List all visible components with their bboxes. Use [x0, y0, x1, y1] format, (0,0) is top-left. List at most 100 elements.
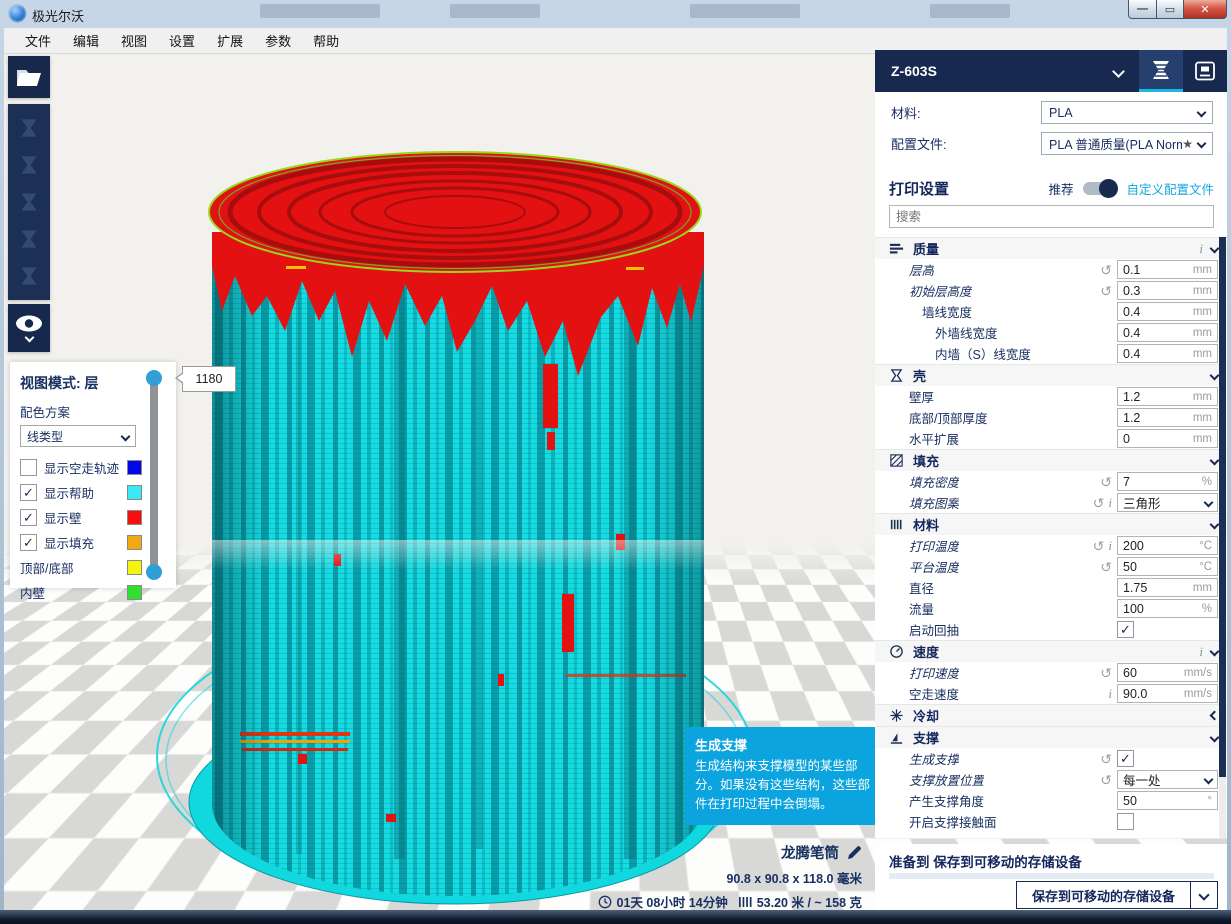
chevron-left-icon[interactable] — [1210, 711, 1220, 721]
setting-value-field[interactable]: 0.3mm — [1117, 281, 1218, 300]
machine-name[interactable]: Z-603S — [891, 63, 937, 79]
chevron-down-icon[interactable] — [1204, 498, 1214, 508]
section-header-cooling[interactable]: 冷却 — [875, 704, 1227, 726]
menu-item-1[interactable]: 文件 — [14, 28, 62, 53]
chevron-down-icon[interactable] — [1112, 65, 1125, 78]
section-header-quality[interactable]: 质量i — [875, 237, 1227, 259]
reset-to-default-icon[interactable]: ↺ — [1100, 475, 1112, 489]
section-header-support[interactable]: 支撑 — [875, 726, 1227, 748]
reset-to-default-icon[interactable]: ↺ — [1100, 263, 1112, 277]
view-mode-button[interactable] — [8, 304, 50, 352]
custom-profile-link[interactable]: 自定义配置文件 — [1126, 179, 1214, 198]
setting-value-field[interactable]: 90.0mm/s — [1117, 684, 1218, 703]
section-header-infill[interactable]: 填充 — [875, 449, 1227, 471]
chevron-down-icon[interactable] — [1210, 733, 1220, 743]
setting-checkbox[interactable]: ✓ — [1117, 621, 1134, 638]
edit-name-icon[interactable] — [847, 845, 862, 860]
info-icon[interactable]: i — [1108, 538, 1112, 554]
section-header-speed[interactable]: 速度i — [875, 640, 1227, 662]
menu-item-6[interactable]: 参数 — [254, 28, 302, 53]
profile-select[interactable]: PLA 普通质量(PLA Norma Qua ★ — [1041, 132, 1213, 155]
info-icon[interactable]: i — [1108, 495, 1112, 511]
reset-to-default-icon[interactable]: ↺ — [1100, 666, 1112, 680]
rotate-tool-icon[interactable] — [16, 189, 42, 215]
reset-to-default-icon[interactable]: ↺ — [1093, 539, 1105, 553]
reset-to-default-icon[interactable]: ↺ — [1100, 752, 1112, 766]
print-time-icon — [598, 895, 612, 909]
tab-slice-preview[interactable] — [1139, 50, 1183, 92]
quality-icon — [889, 241, 904, 256]
menu-item-7[interactable]: 帮助 — [302, 28, 350, 53]
setting-checkbox[interactable] — [1117, 813, 1134, 830]
legend-checkbox[interactable]: ✓ — [20, 534, 37, 551]
setting-dropdown[interactable]: 三角形 — [1117, 493, 1218, 512]
chevron-down-icon[interactable] — [1210, 647, 1220, 657]
menu-item-2[interactable]: 编辑 — [62, 28, 110, 53]
setting-value-field[interactable]: 50°C — [1117, 557, 1218, 576]
menu-item-5[interactable]: 扩展 — [206, 28, 254, 53]
info-icon[interactable]: i — [1199, 644, 1203, 660]
setting-row: 初始层高度↺0.3mm — [875, 280, 1227, 301]
menu-item-4[interactable]: 设置 — [158, 28, 206, 53]
chevron-down-icon[interactable] — [1210, 520, 1220, 530]
sliced-model-preview[interactable] — [146, 114, 766, 910]
setting-value-field[interactable]: 7% — [1117, 472, 1218, 491]
move-tool-icon[interactable] — [16, 115, 42, 141]
maximize-button[interactable]: ▭ — [1156, 0, 1184, 19]
setting-value-field[interactable]: 60mm/s — [1117, 663, 1218, 682]
material-select[interactable]: PLA — [1041, 101, 1213, 124]
layer-slider-top-handle[interactable] — [146, 370, 162, 386]
setting-label: 填充图案 — [875, 493, 959, 512]
recommended-custom-toggle[interactable] — [1083, 182, 1116, 195]
setting-value-field[interactable]: 1.2mm — [1117, 408, 1218, 427]
reset-to-default-icon[interactable]: ↺ — [1100, 560, 1112, 574]
section-header-material[interactable]: 材料 — [875, 513, 1227, 535]
legend-checkbox[interactable]: ✓ — [20, 509, 37, 526]
chevron-down-icon[interactable] — [1210, 456, 1220, 466]
layer-slider-track[interactable] — [150, 374, 158, 578]
setting-checkbox[interactable]: ✓ — [1117, 750, 1134, 767]
setting-value-field[interactable]: 1.75mm — [1117, 578, 1218, 597]
setting-value-field[interactable]: 1.2mm — [1117, 387, 1218, 406]
settings-search-input[interactable] — [890, 206, 1213, 227]
reset-to-default-icon[interactable]: ↺ — [1100, 284, 1112, 298]
per-model-settings-tool-icon[interactable] — [16, 263, 42, 289]
save-options-dropdown[interactable] — [1190, 881, 1218, 909]
mirror-tool-icon[interactable] — [16, 226, 42, 252]
setting-value-field[interactable]: 0mm — [1117, 429, 1218, 448]
save-to-removable-button[interactable]: 保存到可移动的存储设备 — [1016, 881, 1191, 909]
setting-dropdown[interactable]: 每一处 — [1117, 770, 1218, 789]
legend-checkbox[interactable] — [20, 459, 37, 476]
tab-monitor[interactable] — [1183, 50, 1227, 92]
chevron-down-icon[interactable] — [1210, 371, 1220, 381]
legend-label: 显示壁 — [44, 508, 82, 527]
settings-scrollbar[interactable] — [1219, 237, 1226, 838]
menu-item-3[interactable]: 视图 — [110, 28, 158, 53]
printer-monitor-icon — [1193, 59, 1217, 83]
setting-value-field[interactable]: 200°C — [1117, 536, 1218, 555]
titlebar[interactable]: 极光尔沃 — ▭ ✕ — [0, 0, 1231, 28]
setting-value-field[interactable]: 0.1mm — [1117, 260, 1218, 279]
chevron-down-icon[interactable] — [1204, 775, 1214, 785]
layer-slider-bottom-handle[interactable] — [146, 564, 162, 580]
setting-value-field[interactable]: 50° — [1117, 791, 1218, 810]
scale-tool-icon[interactable] — [16, 152, 42, 178]
minimize-button[interactable]: — — [1128, 0, 1157, 19]
chevron-down-icon[interactable] — [1210, 244, 1220, 254]
section-header-shell[interactable]: 壳 — [875, 364, 1227, 386]
info-icon[interactable]: i — [1108, 686, 1112, 702]
legend-checkbox[interactable]: ✓ — [20, 484, 37, 501]
reset-to-default-icon[interactable]: ↺ — [1093, 496, 1105, 510]
open-file-button[interactable] — [8, 56, 50, 98]
info-icon[interactable]: i — [1199, 241, 1203, 257]
setting-value-field[interactable]: 0.4mm — [1117, 302, 1218, 321]
reset-to-default-icon[interactable]: ↺ — [1100, 773, 1112, 787]
close-button[interactable]: ✕ — [1183, 0, 1227, 19]
scrollbar-thumb[interactable] — [1219, 237, 1226, 777]
setting-value-field[interactable]: 0.4mm — [1117, 344, 1218, 363]
section-label: 壳 — [913, 366, 926, 385]
setting-unit: °C — [1199, 561, 1212, 573]
setting-value-field[interactable]: 100% — [1117, 599, 1218, 618]
setting-value-field[interactable]: 0.4mm — [1117, 323, 1218, 342]
color-scheme-select[interactable]: 线类型 — [20, 425, 136, 447]
